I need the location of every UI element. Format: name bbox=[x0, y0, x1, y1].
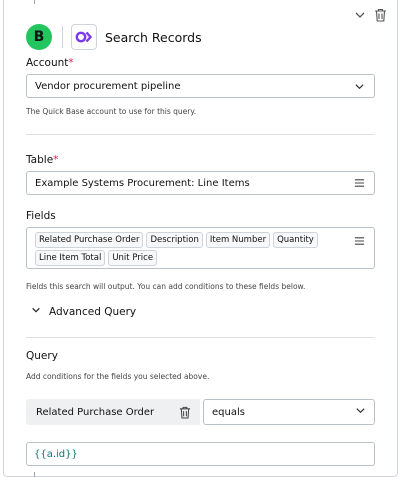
account-select[interactable]: Vendor procurement pipeline bbox=[26, 74, 375, 98]
collapse-chevron-icon[interactable] bbox=[353, 8, 367, 22]
section-divider bbox=[26, 134, 375, 135]
fields-help-text: Fields this search will output. You can … bbox=[26, 282, 306, 291]
required-asterisk: * bbox=[53, 154, 59, 166]
list-menu-icon[interactable] bbox=[352, 234, 366, 248]
search-records-step-card: B Search Records Account* Vendor procure… bbox=[3, 0, 398, 477]
condition-value-input[interactable]: {{a.id}} bbox=[26, 442, 375, 466]
step-connector-bottom bbox=[34, 472, 35, 477]
condition-field-name: Related Purchase Order bbox=[26, 399, 200, 425]
account-help-text: The Quick Base account to use for this q… bbox=[26, 107, 197, 116]
step-connector-top bbox=[34, 0, 35, 4]
delete-condition-trash-icon[interactable] bbox=[178, 405, 192, 419]
field-chip[interactable]: Item Number bbox=[205, 232, 271, 248]
required-asterisk: * bbox=[68, 57, 74, 69]
step-badge: B bbox=[26, 24, 52, 50]
field-chip[interactable]: Quantity bbox=[273, 232, 318, 248]
chevron-down-icon bbox=[31, 305, 41, 318]
header-divider bbox=[62, 26, 63, 48]
condition-operator-select[interactable]: equals bbox=[203, 399, 375, 425]
field-chip[interactable]: Related Purchase Order bbox=[35, 232, 144, 248]
quickbase-logo-icon bbox=[71, 24, 97, 50]
query-condition-row: Related Purchase Order equals bbox=[26, 399, 375, 425]
delete-step-trash-icon[interactable] bbox=[373, 8, 387, 22]
table-select-value: Example Systems Procurement: Line Items bbox=[35, 177, 250, 189]
field-chip[interactable]: Line Item Total bbox=[35, 250, 106, 266]
chevron-down-icon bbox=[352, 79, 366, 93]
account-select-value: Vendor procurement pipeline bbox=[35, 80, 181, 92]
chevron-down-icon bbox=[355, 405, 366, 419]
advanced-query-label: Advanced Query bbox=[49, 305, 137, 318]
table-select[interactable]: Example Systems Procurement: Line Items bbox=[26, 171, 375, 195]
fields-multiselect[interactable]: Related Purchase Order Description Item … bbox=[26, 227, 375, 269]
list-menu-icon[interactable] bbox=[352, 176, 366, 190]
section-divider bbox=[26, 337, 375, 338]
advanced-query-toggle[interactable]: Advanced Query bbox=[31, 305, 136, 318]
fields-chip-list: Related Purchase Order Description Item … bbox=[35, 232, 345, 266]
field-chip[interactable]: Description bbox=[146, 232, 203, 248]
query-label: Query bbox=[26, 350, 58, 362]
account-label: Account* bbox=[26, 57, 74, 69]
field-chip[interactable]: Unit Price bbox=[108, 250, 158, 266]
table-label: Table* bbox=[26, 154, 59, 166]
query-help-text: Add conditions for the fields you select… bbox=[26, 372, 210, 381]
step-header: B Search Records bbox=[26, 24, 202, 50]
condition-operator-value: equals bbox=[212, 406, 245, 418]
fields-label: Fields bbox=[26, 210, 56, 222]
card-actions bbox=[353, 8, 387, 22]
step-title: Search Records bbox=[105, 29, 202, 45]
